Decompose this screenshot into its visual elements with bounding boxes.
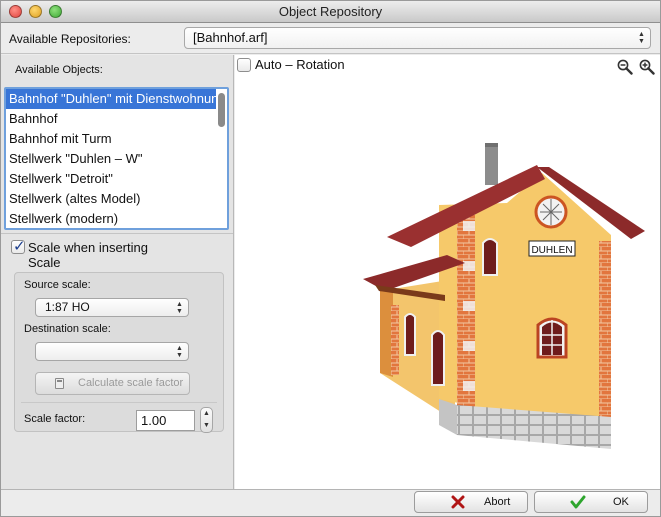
abort-label: Abort	[484, 496, 511, 508]
stone-base-side	[439, 399, 457, 435]
updown-arrows-icon: ▲ ▼	[176, 345, 183, 359]
ok-button[interactable]: OK	[534, 491, 648, 513]
abort-x-icon	[451, 495, 465, 509]
preview-area[interactable]: Auto – Rotation DUHLEN	[235, 55, 660, 489]
zoom-window-button[interactable]	[49, 5, 62, 18]
ok-label: OK	[613, 496, 629, 508]
station-sign: DUHLEN	[528, 240, 576, 257]
objects-label: Available Objects:	[15, 64, 103, 76]
chimney-cap	[485, 143, 498, 147]
scale-checkbox-label: Scale when inserting Scale	[28, 240, 148, 270]
list-item[interactable]: Bahnhof mit Turm	[6, 129, 216, 149]
scale-factor-stepper[interactable]: ▲ ▼	[200, 407, 213, 433]
list-item[interactable]: Stellwerk (altes Model)	[6, 189, 216, 209]
scale-factor-label: Scale factor:	[24, 413, 86, 425]
close-window-button[interactable]	[9, 5, 22, 18]
objects-list[interactable]: Bahnhof "Duhlen" mit Dienstwohnung Bahnh…	[4, 87, 229, 230]
list-item[interactable]: Bahnhof	[6, 109, 216, 129]
object-repository-window: Object Repository Available Repositories…	[0, 0, 661, 517]
source-scale-value: 1:87 HO	[45, 300, 90, 314]
repository-select-value: [Bahnhof.arf]	[193, 30, 268, 45]
minimize-window-button[interactable]	[29, 5, 42, 18]
scale-factor-input[interactable]: 1.00	[136, 410, 195, 431]
window-title: Object Repository	[278, 4, 383, 19]
title-bar[interactable]: Object Repository	[1, 1, 660, 23]
station-building-model: DUHLEN	[363, 143, 645, 449]
objects-scrollbar[interactable]	[217, 91, 226, 228]
abort-button[interactable]: Abort	[414, 491, 528, 513]
scrollbar-thumb[interactable]	[218, 93, 225, 127]
updown-arrows-icon: ▲ ▼	[176, 301, 183, 315]
destination-scale-label: Destination scale:	[24, 323, 111, 335]
list-item[interactable]: Stellwerk (modern)	[6, 209, 216, 228]
calculate-scale-factor-button[interactable]: Calculate scale factor	[35, 372, 190, 395]
scale-section: Scale when inserting Scale Source scale:…	[1, 233, 233, 489]
station-sign-text: DUHLEN	[531, 245, 572, 256]
scale-when-inserting-checkbox[interactable]	[11, 237, 26, 255]
calculate-button-label: Calculate scale factor	[78, 377, 184, 389]
checkmark-icon	[570, 495, 586, 509]
destination-scale-select[interactable]: ▲ ▼	[35, 342, 189, 361]
repository-select[interactable]: [Bahnhof.arf] ▲ ▼	[184, 27, 651, 49]
source-scale-label: Source scale:	[24, 279, 91, 291]
list-item[interactable]: Stellwerk "Detroit"	[6, 169, 216, 189]
list-item[interactable]: Bahnhof "Duhlen" mit Dienstwohnung	[6, 89, 216, 109]
updown-arrows-icon: ▲ ▼	[638, 31, 645, 45]
scale-group-box: Source scale: 1:87 HO ▲ ▼ Destination sca…	[14, 272, 224, 433]
left-panel: Available Objects: Bahnhof "Duhlen" mit …	[1, 55, 234, 489]
scale-label-line2: Scale	[28, 255, 61, 270]
source-scale-select[interactable]: 1:87 HO ▲ ▼	[35, 298, 189, 317]
calculator-icon	[55, 378, 64, 389]
scale-label-line1: Scale when inserting	[28, 240, 148, 255]
repository-row: Available Repositories: [Bahnhof.arf] ▲ ▼	[1, 24, 660, 54]
chimney	[485, 143, 498, 185]
list-item[interactable]: Stellwerk "Duhlen – W"	[6, 149, 216, 169]
front-window	[536, 317, 568, 359]
bottom-bar: Abort OK	[1, 489, 660, 516]
repositories-label: Available Repositories:	[9, 32, 131, 46]
divider	[21, 402, 217, 403]
